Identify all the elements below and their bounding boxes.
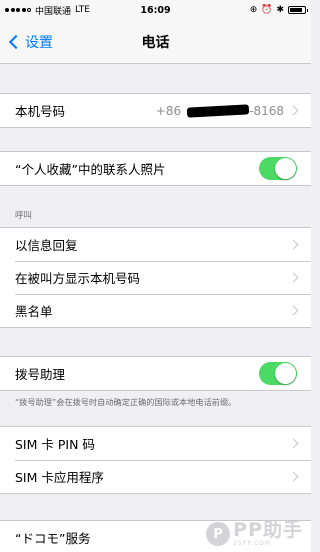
favorites-photos-label: “个人收藏”中的联系人照片 (15, 162, 166, 177)
sim-pin-cell[interactable]: SIM 卡 PIN 码 (0, 426, 311, 460)
my-number-label: 本机号码 (15, 104, 66, 119)
reply-with-message-label: 以信息回复 (15, 238, 78, 253)
sim-pin-label: SIM 卡 PIN 码 (15, 436, 95, 452)
my-number-prefix: +86 (155, 103, 182, 118)
dial-assist-cell: 拨号助理 (0, 357, 311, 390)
carrier-name: 中国联通 (35, 6, 72, 17)
navigation-bar: 设置 电话 (0, 20, 311, 64)
network-type: LTE (75, 5, 90, 15)
signal-strength-icon (5, 8, 31, 12)
favorites-photos-toggle[interactable] (259, 157, 297, 180)
watermark-sub-text: 25PP.COM (233, 540, 272, 547)
toggle-knob (275, 363, 296, 384)
sim-group: SIM 卡 PIN 码 SIM 卡应用程序 (0, 425, 311, 494)
dial-assist-toggle[interactable] (259, 362, 297, 385)
blacklist-cell[interactable]: 黑名单 (0, 294, 311, 327)
my-number-suffix: -8168 (249, 103, 284, 118)
dial-assist-label: 拨号助理 (15, 367, 66, 382)
calls-section-header: 呼叫 (15, 211, 33, 221)
chevron-right-icon (288, 305, 299, 316)
docomo-service-label: “ドコモ”服务 (15, 530, 91, 546)
status-time: 16:09 (140, 4, 171, 16)
sim-apps-label: SIM 卡应用程序 (15, 469, 104, 485)
favorites-photos-group: “个人收藏”中的联系人照片 (0, 151, 311, 186)
show-caller-id-label: 在被叫方显示本机号码 (15, 271, 141, 286)
toggle-knob (275, 158, 296, 179)
chevron-right-icon (288, 272, 299, 283)
redaction-mark (186, 103, 250, 118)
page-title: 电话 (141, 34, 170, 51)
pp-logo-icon: P (206, 522, 231, 546)
chevron-right-icon (288, 438, 299, 449)
chevron-left-icon (8, 34, 24, 49)
watermark-main-text: PP助手 (233, 519, 303, 541)
my-number-group: 本机号码 +86 -8168 (0, 93, 311, 128)
chevron-right-icon (288, 105, 299, 116)
reply-with-message-cell[interactable]: 以信息回复 (0, 228, 311, 261)
watermark: P PP助手 25PP.COM (206, 521, 303, 547)
bluetooth-icon: ✱ (276, 5, 284, 15)
dial-assist-note: “拨号助理”会在拨号时自动确定正确的国际或本地电话前缀。 (15, 397, 237, 407)
chevron-right-icon (288, 239, 299, 250)
status-bar: 中国联通 LTE 16:09 ⊕ ⏰ ✱ (0, 0, 311, 20)
battery-icon (288, 6, 308, 14)
blacklist-label: 黑名单 (15, 304, 53, 319)
back-label: 设置 (25, 34, 53, 51)
rotation-lock-icon: ⊕ (249, 5, 258, 15)
alarm-icon: ⏰ (261, 5, 273, 15)
favorites-photos-cell: “个人收藏”中的联系人照片 (0, 152, 311, 185)
back-button[interactable]: 设置 (0, 32, 53, 52)
dial-assist-group: 拨号助理 (0, 356, 311, 391)
sim-apps-cell[interactable]: SIM 卡应用程序 (0, 459, 311, 493)
show-caller-id-cell[interactable]: 在被叫方显示本机号码 (0, 261, 311, 294)
calls-group: 以信息回复 在被叫方显示本机号码 黑名单 (0, 227, 311, 328)
my-number-cell[interactable]: 本机号码 +86 -8168 (0, 94, 311, 127)
chevron-right-icon (288, 471, 299, 482)
